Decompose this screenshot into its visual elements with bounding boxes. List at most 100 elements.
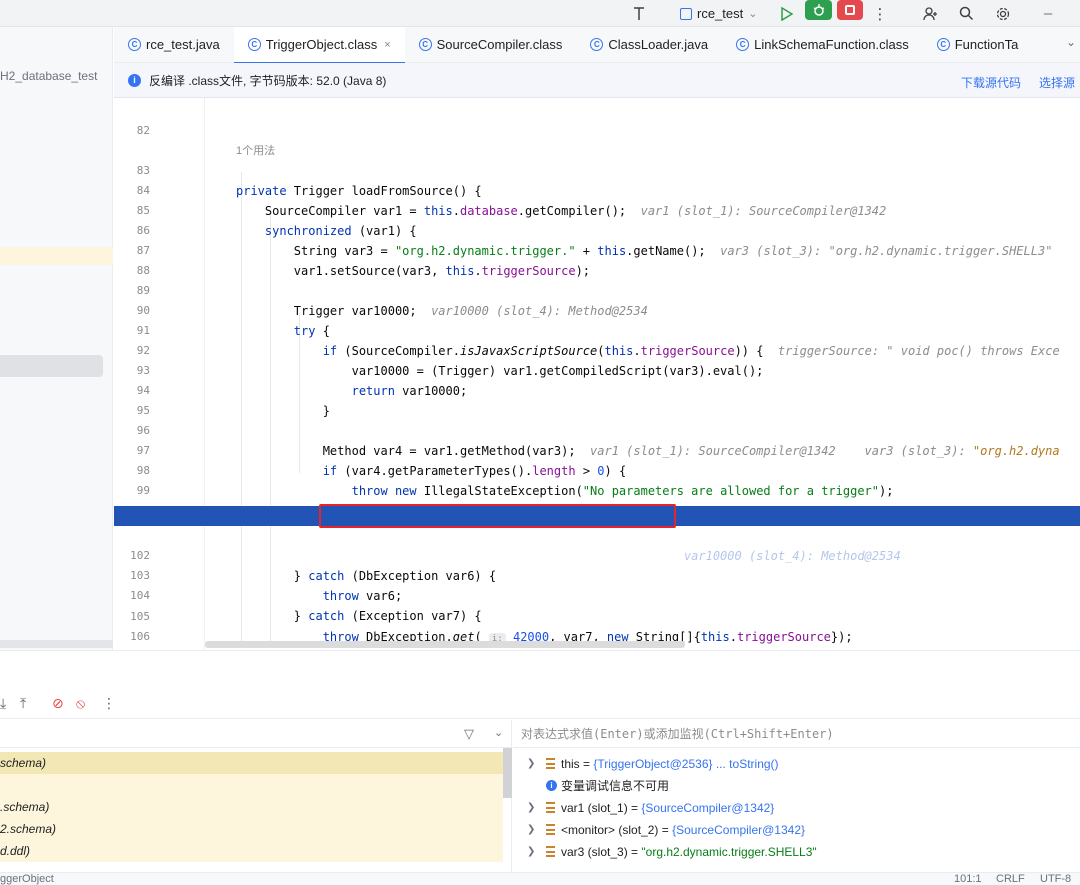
expand-arrow-icon[interactable]: ❯ <box>527 797 535 819</box>
current-execution-line: 101 var10000 = (Trigger) var4.invoke((Ob… <box>114 504 1080 563</box>
code-line: 98 throw new IllegalStateException("No p… <box>136 464 894 498</box>
stack-frame[interactable] <box>0 774 503 796</box>
project-tree-selected-row[interactable] <box>0 355 103 377</box>
field-icon <box>546 824 555 835</box>
field-icon <box>546 802 555 813</box>
java-class-icon: C <box>590 38 604 51</box>
bug-icon <box>813 4 824 16</box>
code-line: 83 private Trigger loadFromSource() { <box>136 164 482 198</box>
close-icon[interactable]: × <box>384 39 390 51</box>
code-line: 93 return var10000; <box>136 364 468 398</box>
config-icon <box>680 7 692 20</box>
variable-row-this[interactable]: ❯ this = {TriggerObject@2536} ... toStri… <box>513 753 1080 775</box>
chevron-down-icon[interactable]: ⌄ <box>1066 35 1076 49</box>
tab-label: ClassLoader.java <box>608 37 709 52</box>
highlight-annotation-box <box>319 504 676 528</box>
variable-row-var3[interactable]: ❯ var3 (slot_3) = "org.h2.dynamic.trigge… <box>513 841 1080 863</box>
file-encoding[interactable]: UTF-8 <box>1040 873 1071 885</box>
usage-hint[interactable]: 1个用法 <box>114 121 1080 157</box>
stop-button[interactable] <box>837 0 863 20</box>
step-into-icon[interactable]: ⤓ <box>0 695 6 712</box>
banner-text: 反编译 .class文件, 字节码版本: 52.0 (Java 8) <box>149 73 387 88</box>
gear-icon[interactable] <box>992 0 1014 27</box>
java-class-icon: C <box>736 38 750 51</box>
variables-panel: 对表达式求值(Enter)或添加监视(Ctrl+Shift+Enter) ❯ t… <box>513 720 1080 873</box>
more-actions-button[interactable]: ⋮ <box>870 0 890 27</box>
run-button[interactable] <box>776 0 798 27</box>
run-configuration-selector[interactable]: rce_test ⌄ <box>680 0 757 27</box>
stop-icon <box>845 5 855 15</box>
tab-source-compiler[interactable]: C SourceCompiler.class <box>405 27 577 63</box>
decompiled-notice-banner: i 反编译 .class文件, 字节码版本: 52.0 (Java 8) 下载源… <box>114 63 1080 98</box>
variable-row-var1[interactable]: ❯ var1 (slot_1) = {SourceCompiler@1342} <box>513 797 1080 819</box>
stack-frame[interactable]: schema) <box>0 752 503 774</box>
code-line: 105 throw DbException.get( i: 42000, var… <box>130 610 853 646</box>
code-line: 96 Method var4 = var1.getMethod(var3); v… <box>136 424 1060 458</box>
chevron-down-icon[interactable]: ⌄ <box>494 726 503 739</box>
code-line: 103 throw var6; <box>130 569 403 603</box>
frames-scrollbar[interactable] <box>503 748 512 798</box>
project-tree-highlight <box>0 247 113 265</box>
debug-button[interactable] <box>805 0 832 20</box>
tab-label: TriggerObject.class <box>265 37 378 52</box>
info-icon: i <box>546 780 557 791</box>
code-line: 102 } catch (DbException var6) { <box>130 549 497 583</box>
field-icon <box>546 846 555 857</box>
tab-class-loader[interactable]: C ClassLoader.java <box>576 27 722 63</box>
stack-frame[interactable]: d.ddl) <box>0 840 503 862</box>
debug-toolbar: ⤓ ⤒ ⊘ ⦸ ⋮ <box>0 689 1080 719</box>
code-line: 94 } <box>136 384 330 418</box>
variable-row-monitor[interactable]: ❯ <monitor> (slot_2) = {SourceCompiler@1… <box>513 819 1080 841</box>
code-line: 106 } <box>130 630 150 643</box>
code-line: 84 SourceCompiler var1 = this.database.g… <box>136 184 887 218</box>
caret-position[interactable]: 101:1 <box>954 873 982 885</box>
tab-function-table[interactable]: C FunctionTa <box>923 27 1033 63</box>
code-line: 91 if (SourceCompiler.isJavaxScriptSourc… <box>136 324 1060 358</box>
choose-sources-link[interactable]: 选择源 <box>1039 74 1075 91</box>
code-editor[interactable]: 82 1个用法 83 private Trigger loadFromSourc… <box>114 98 1080 650</box>
code-line: 92 var10000 = (Trigger) var1.getCompiled… <box>136 344 764 378</box>
code-line: 85 synchronized (var1) { <box>136 204 417 238</box>
expand-arrow-icon[interactable]: ❯ <box>527 753 535 775</box>
more-icon[interactable]: ⋮ <box>102 695 116 712</box>
download-sources-link[interactable]: 下载源代码 <box>961 74 1021 91</box>
filter-icon[interactable]: ▽ <box>464 726 474 742</box>
evaluate-expression-input[interactable]: 对表达式求值(Enter)或添加监视(Ctrl+Shift+Enter) <box>513 720 1080 748</box>
code-line: 97 if (var4.getParameterTypes().length >… <box>136 444 627 478</box>
project-tree-item[interactable]: H2_database_test <box>0 69 97 83</box>
mute-breakpoints-icon[interactable]: ⦸ <box>76 695 85 712</box>
code-line: 89 Trigger var10000; var10000 (slot_4): … <box>136 284 648 318</box>
step-out-icon[interactable]: ⤒ <box>20 695 26 712</box>
java-class-icon: C <box>128 38 141 51</box>
java-class-icon: C <box>418 38 432 51</box>
expand-arrow-icon[interactable]: ❯ <box>527 819 535 841</box>
expand-arrow-icon[interactable]: ❯ <box>527 841 535 863</box>
project-horizontal-scrollbar[interactable] <box>0 640 113 648</box>
tab-label: LinkSchemaFunction.class <box>754 37 909 52</box>
chevron-down-icon: ⌄ <box>748 8 758 20</box>
tab-trigger-object[interactable]: C TriggerObject.class × <box>233 26 405 64</box>
tab-link-schema-function[interactable]: C LinkSchemaFunction.class <box>722 27 923 63</box>
stack-frame[interactable]: 2.schema) <box>0 818 503 840</box>
editor-tab-bar: C rce_test.java C TriggerObject.class × … <box>114 26 1080 64</box>
code-line: 95 <box>136 404 150 417</box>
line-separator[interactable]: CRLF <box>996 873 1025 885</box>
tab-label: FunctionTa <box>954 37 1019 52</box>
field-icon <box>546 758 555 769</box>
variable-info-row: i 变量调试信息不可用 <box>513 775 1080 797</box>
code-line: 88 <box>136 264 150 277</box>
git-branch-icon[interactable] <box>628 0 650 27</box>
add-user-icon[interactable] <box>920 0 942 27</box>
tab-label: rce_test.java <box>146 37 220 52</box>
status-breadcrumb[interactable]: ggerObject <box>0 873 54 885</box>
editor-horizontal-scrollbar[interactable] <box>205 641 685 648</box>
view-breakpoints-icon[interactable]: ⊘ <box>52 695 64 712</box>
stack-frame[interactable]: .schema) <box>0 796 503 818</box>
frames-header: ▽ ⌄ <box>0 720 512 748</box>
search-icon[interactable] <box>955 0 977 27</box>
java-class-icon: C <box>247 38 261 51</box>
tab-rce-test[interactable]: C rce_test.java <box>114 27 234 63</box>
debug-tool-window: ⤓ ⤒ ⊘ ⦸ ⋮ ▽ ⌄ schema) .schema) 2.schema)… <box>0 650 1080 873</box>
code-line: 104 } catch (Exception var7) { <box>130 589 482 623</box>
minimize-button[interactable]: – <box>1038 0 1058 27</box>
